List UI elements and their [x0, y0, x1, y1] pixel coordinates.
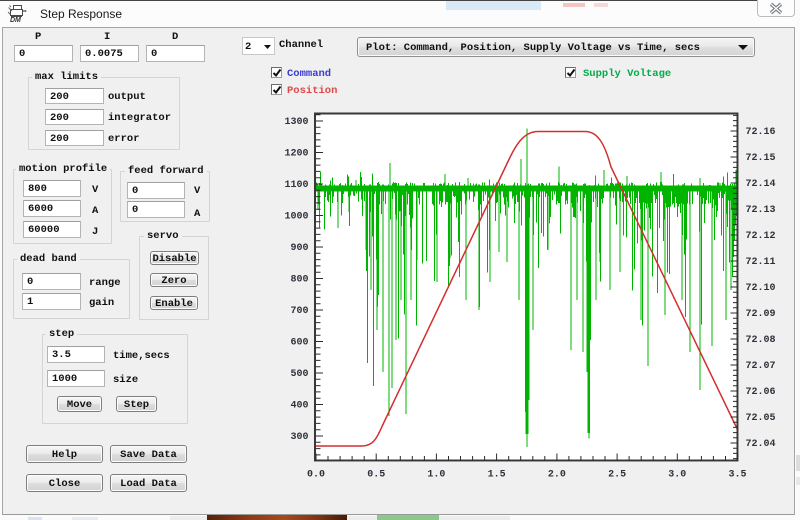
svg-text:72.04: 72.04: [746, 439, 776, 450]
svg-text:1100: 1100: [284, 180, 308, 191]
svg-text:600: 600: [290, 338, 308, 349]
svg-text:1200: 1200: [284, 149, 308, 160]
svg-text:400: 400: [290, 401, 308, 412]
svg-text:72.14: 72.14: [746, 179, 776, 190]
svg-text:72.16: 72.16: [746, 127, 776, 138]
svg-text:1300: 1300: [284, 117, 308, 128]
svg-text:72.07: 72.07: [746, 361, 776, 372]
svg-text:0.0: 0.0: [307, 470, 325, 481]
svg-text:1.5: 1.5: [488, 470, 506, 481]
svg-text:800: 800: [290, 275, 308, 286]
svg-text:72.10: 72.10: [746, 283, 776, 294]
svg-text:72.09: 72.09: [746, 309, 776, 320]
svg-text:72.06: 72.06: [746, 387, 776, 398]
svg-text:72.13: 72.13: [746, 205, 776, 216]
svg-text:72.15: 72.15: [746, 153, 776, 164]
svg-text:500: 500: [290, 369, 308, 380]
svg-text:72.12: 72.12: [746, 231, 776, 242]
svg-text:3.5: 3.5: [728, 470, 746, 481]
svg-text:2.5: 2.5: [608, 470, 626, 481]
svg-text:2.0: 2.0: [548, 470, 566, 481]
svg-text:900: 900: [290, 243, 308, 254]
svg-text:700: 700: [290, 306, 308, 317]
svg-text:3.0: 3.0: [668, 470, 686, 481]
svg-text:72.05: 72.05: [746, 413, 776, 424]
svg-text:300: 300: [290, 432, 308, 443]
svg-text:0.5: 0.5: [367, 470, 385, 481]
svg-text:72.08: 72.08: [746, 335, 776, 346]
svg-text:1000: 1000: [284, 212, 308, 223]
svg-text:72.11: 72.11: [746, 257, 776, 268]
svg-text:1.0: 1.0: [427, 470, 445, 481]
